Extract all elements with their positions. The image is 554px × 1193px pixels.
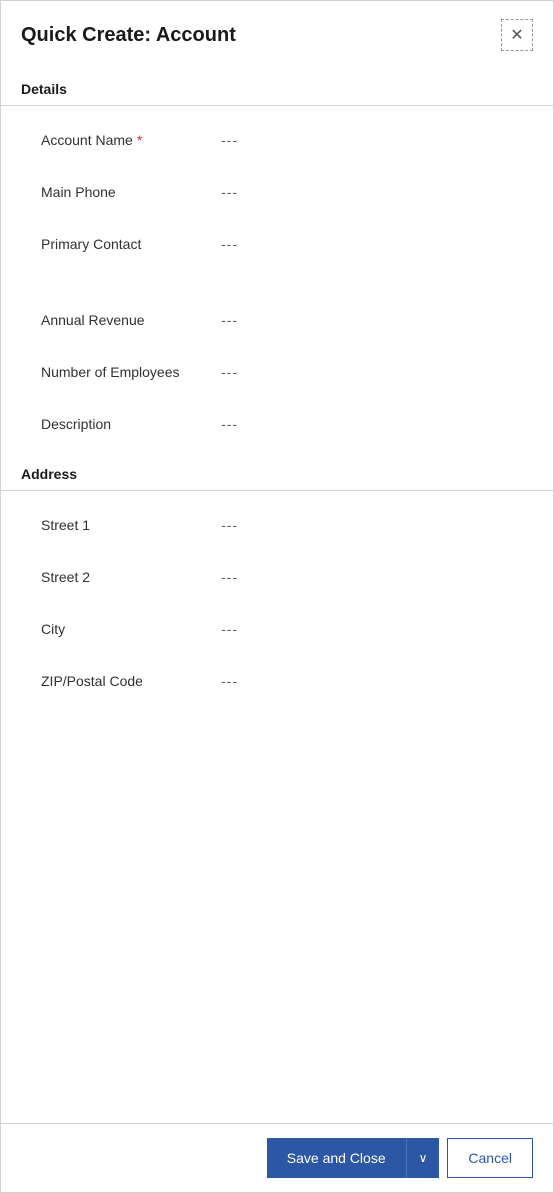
value-street2: --- [221,569,238,585]
field-row-main-phone[interactable]: Main Phone --- [1,166,553,218]
label-city: City [41,621,221,637]
label-annual-revenue: Annual Revenue [41,312,221,328]
value-zip-postal-code: --- [221,673,238,689]
value-number-of-employees: --- [221,364,238,380]
label-description: Description [41,416,221,432]
field-row-account-name[interactable]: Account Name * --- [1,114,553,166]
section-header-details: Details [1,65,553,106]
label-street2: Street 2 [41,569,221,585]
close-button[interactable]: ✕ [501,19,533,51]
label-primary-contact: Primary Contact [41,236,221,252]
label-number-of-employees: Number of Employees [41,364,221,380]
value-main-phone: --- [221,184,238,200]
close-icon: ✕ [510,25,523,45]
value-annual-revenue: --- [221,312,238,328]
panel-footer: Save and Close ∨ Cancel [1,1123,553,1192]
field-row-street1[interactable]: Street 1 --- [1,499,553,551]
panel-title: Quick Create: Account [21,24,236,47]
value-city: --- [221,621,238,637]
label-street1: Street 1 [41,517,221,533]
field-row-description[interactable]: Description --- [1,398,553,450]
quick-create-panel: Quick Create: Account ✕ Details Account … [0,0,554,1193]
field-row-city[interactable]: City --- [1,603,553,655]
save-and-close-label: Save and Close [287,1150,386,1166]
field-row-primary-contact[interactable]: Primary Contact --- [1,218,553,270]
field-row-number-of-employees[interactable]: Number of Employees --- [1,346,553,398]
save-dropdown-button[interactable]: ∨ [406,1138,440,1178]
cancel-button[interactable]: Cancel [447,1138,533,1178]
panel-body: Details Account Name * --- Main Phone --… [1,65,553,1123]
save-and-close-button[interactable]: Save and Close [267,1138,406,1178]
cancel-label: Cancel [468,1150,512,1166]
field-row-zip-postal-code[interactable]: ZIP/Postal Code --- [1,655,553,707]
required-star-account-name: * [137,132,142,148]
label-account-name: Account Name * [41,132,221,148]
chevron-down-icon: ∨ [419,1151,428,1165]
label-zip-postal-code: ZIP/Postal Code [41,673,221,689]
label-main-phone: Main Phone [41,184,221,200]
value-primary-contact: --- [221,236,238,252]
field-row-annual-revenue[interactable]: Annual Revenue --- [1,294,553,346]
value-description: --- [221,416,238,432]
value-account-name: --- [221,132,238,148]
value-street1: --- [221,517,238,533]
field-row-street2[interactable]: Street 2 --- [1,551,553,603]
section-header-address: Address [1,450,553,491]
panel-header: Quick Create: Account ✕ [1,1,553,65]
